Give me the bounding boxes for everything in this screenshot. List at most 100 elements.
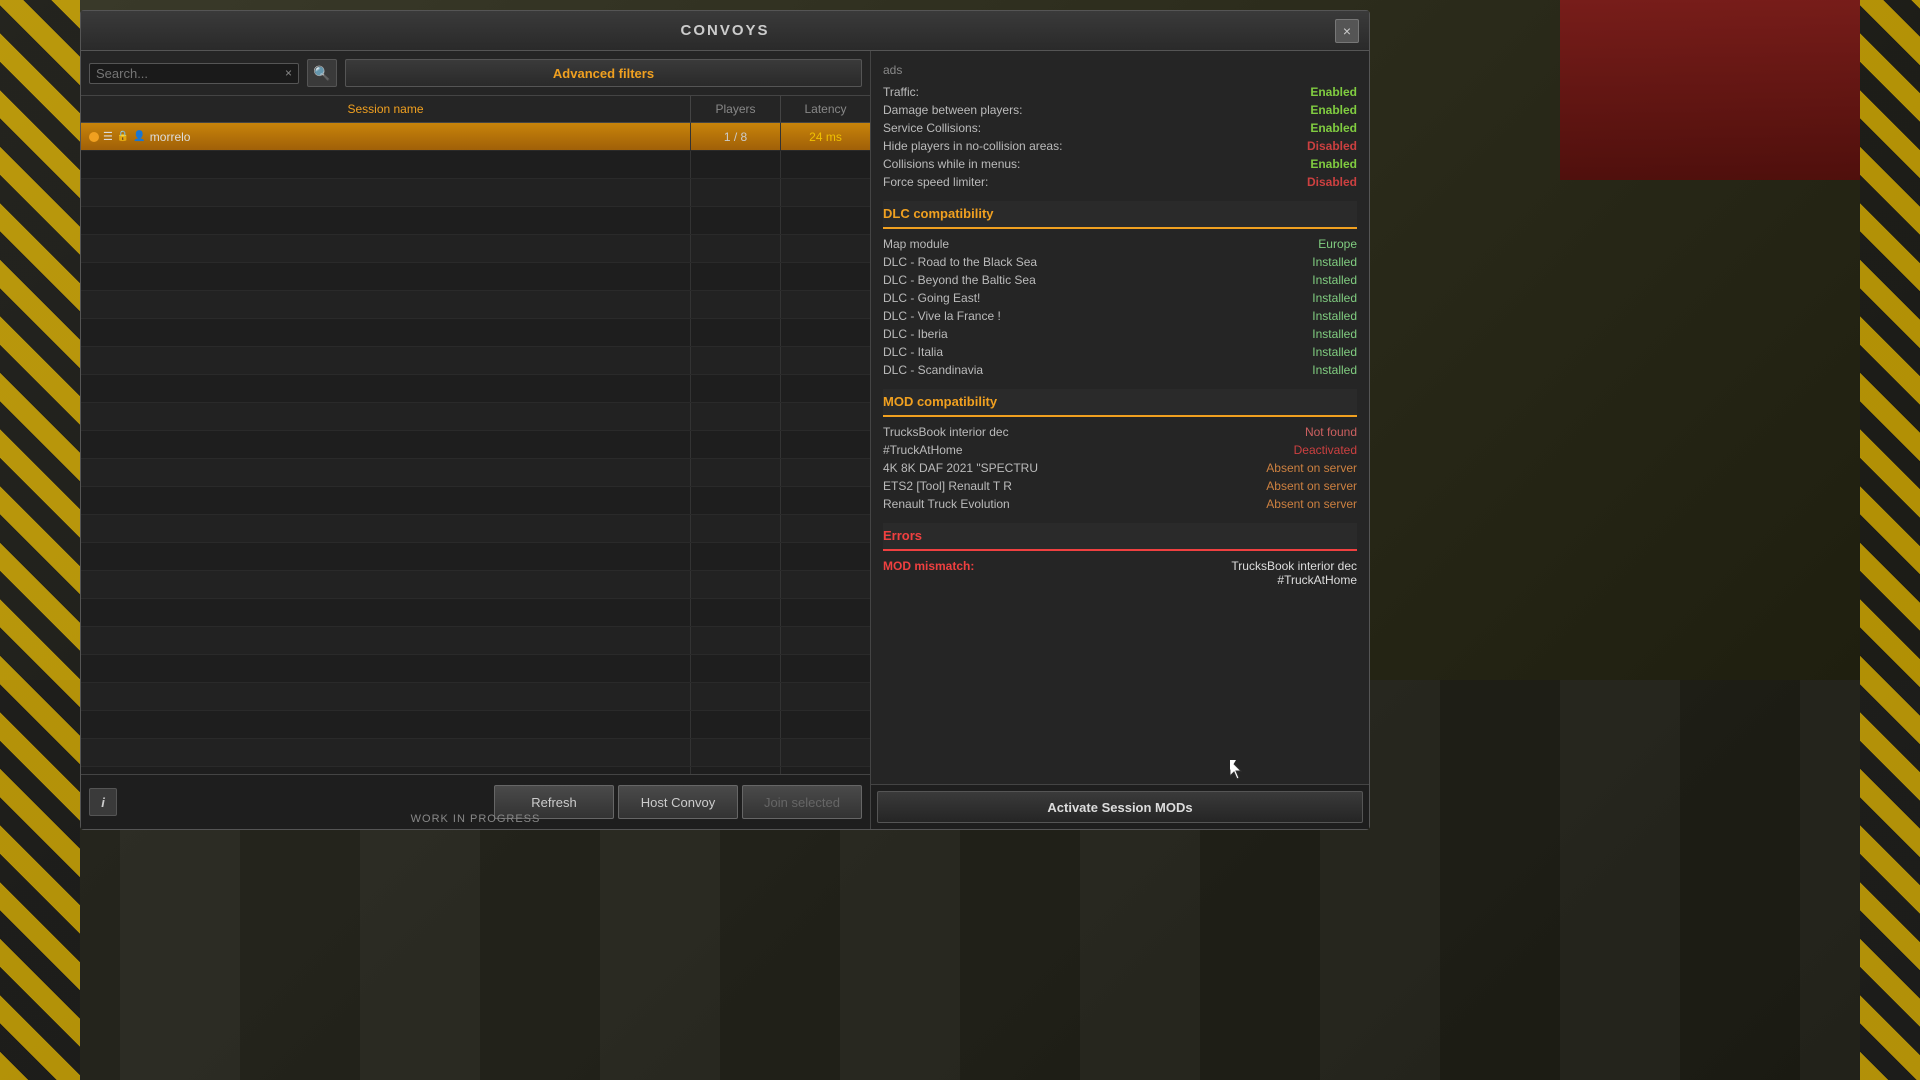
right-panel: ads Traffic: Enabled Damage between play… (871, 51, 1369, 829)
table-row[interactable] (81, 151, 870, 179)
table-row[interactable] (81, 459, 870, 487)
session-players-cell (690, 235, 780, 262)
work-in-progress-label: WORK IN PROGRESS (411, 813, 541, 825)
session-latency-cell (780, 515, 870, 542)
session-latency-cell (780, 431, 870, 458)
dlc-row-4: DLC - Iberia Installed (883, 327, 1357, 341)
table-row[interactable] (81, 291, 870, 319)
error-row-0: MOD mismatch: TrucksBook interior dec#Tr… (883, 559, 1357, 587)
session-latency-cell (780, 571, 870, 598)
search-clear-icon[interactable]: × (285, 66, 292, 80)
session-players-cell (690, 599, 780, 626)
session-players-cell (690, 151, 780, 178)
table-row[interactable] (81, 683, 870, 711)
session-players-cell (690, 207, 780, 234)
info-button[interactable]: i (89, 788, 117, 816)
mod-val: Absent on server (1266, 497, 1357, 511)
table-row[interactable] (81, 487, 870, 515)
search-input[interactable] (96, 66, 285, 81)
session-latency-cell (780, 543, 870, 570)
join-selected-button[interactable]: Join selected (742, 785, 862, 819)
table-row[interactable] (81, 543, 870, 571)
info-row-hide: Hide players in no-collision areas: Disa… (883, 139, 1357, 153)
session-name-text: morrelo (150, 130, 191, 144)
table-row[interactable] (81, 767, 870, 774)
mod-val: Deactivated (1294, 443, 1357, 457)
dlc-key: DLC - Going East! (883, 291, 980, 305)
table-row[interactable] (81, 375, 870, 403)
mod-key: 4K 8K DAF 2021 "SPECTRU (883, 461, 1038, 475)
session-players-cell (690, 291, 780, 318)
session-players-cell (690, 459, 780, 486)
close-button[interactable]: × (1335, 19, 1359, 43)
mod-key: #TruckAtHome (883, 443, 963, 457)
dlc-row-2: DLC - Going East! Installed (883, 291, 1357, 305)
mod-key: TrucksBook interior dec (883, 425, 1009, 439)
info-val: Enabled (1310, 103, 1357, 117)
dlc-val: Installed (1312, 327, 1357, 341)
table-row[interactable] (81, 403, 870, 431)
table-row[interactable] (81, 263, 870, 291)
dlc-key: DLC - Vive la France ! (883, 309, 1001, 323)
dlc-row-3: DLC - Vive la France ! Installed (883, 309, 1357, 323)
table-row[interactable]: ☰ 🔒 👤 morrelo 1 / 8 24 ms (81, 123, 870, 151)
session-players-cell (690, 655, 780, 682)
session-players-cell (690, 431, 780, 458)
activate-session-mods-button[interactable]: Activate Session MODs (877, 791, 1363, 823)
table-row[interactable] (81, 739, 870, 767)
dlc-key: DLC - Italia (883, 345, 943, 359)
table-row[interactable] (81, 599, 870, 627)
map-module-row: Map module Europe (883, 237, 1357, 251)
info-key: Collisions while in menus: (883, 157, 1020, 171)
info-row-damage: Damage between players: Enabled (883, 103, 1357, 117)
session-players-cell (690, 767, 780, 774)
search-icon: 🔍 (313, 65, 330, 82)
session-latency-cell (780, 459, 870, 486)
table-header: Session name Players Latency (81, 96, 870, 123)
table-row[interactable] (81, 627, 870, 655)
table-row[interactable] (81, 207, 870, 235)
session-list: ☰ 🔒 👤 morrelo 1 / 8 24 ms (81, 123, 870, 774)
mod-val: Absent on server (1266, 461, 1357, 475)
session-players-cell (690, 571, 780, 598)
mod-row-3: ETS2 [Tool] Renault T R Absent on server (883, 479, 1357, 493)
info-val: Enabled (1310, 157, 1357, 171)
session-latency-cell (780, 683, 870, 710)
mod-key: ETS2 [Tool] Renault T R (883, 479, 1012, 493)
session-players-cell (690, 627, 780, 654)
table-row[interactable] (81, 655, 870, 683)
info-key: Traffic: (883, 85, 919, 99)
table-row[interactable] (81, 235, 870, 263)
toolbar: × 🔍 Advanced filters (81, 51, 870, 96)
info-key: Hide players in no-collision areas: (883, 139, 1062, 153)
table-row[interactable] (81, 179, 870, 207)
session-players-cell (690, 487, 780, 514)
table-row[interactable] (81, 711, 870, 739)
host-convoy-button[interactable]: Host Convoy (618, 785, 738, 819)
map-module-key: Map module (883, 237, 949, 251)
table-row[interactable] (81, 571, 870, 599)
mod-row-0: TrucksBook interior dec Not found (883, 425, 1357, 439)
session-latency-cell (780, 739, 870, 766)
session-players-cell (690, 403, 780, 430)
red-area (1560, 0, 1860, 180)
session-latency-cell: 24 ms (780, 123, 870, 150)
errors-header-text: Errors (883, 528, 922, 543)
dialog-title: CONVOYS (680, 22, 769, 39)
session-latency-cell (780, 403, 870, 430)
dlc-val: Installed (1312, 291, 1357, 305)
table-row[interactable] (81, 319, 870, 347)
search-button[interactable]: 🔍 (307, 59, 337, 87)
error-key: MOD mismatch: (883, 559, 974, 587)
advanced-filters-button[interactable]: Advanced filters (345, 59, 862, 87)
table-row[interactable] (81, 347, 870, 375)
mod-header-text: MOD compatibility (883, 394, 997, 409)
map-module-val: Europe (1318, 237, 1357, 251)
session-latency-cell (780, 207, 870, 234)
table-row[interactable] (81, 515, 870, 543)
mod-row-1: #TruckAtHome Deactivated (883, 443, 1357, 457)
lock-icon: 🔒 (117, 131, 129, 142)
bottom-bar: i Refresh Host Convoy Join selected WORK… (81, 774, 870, 829)
col-players: Players (690, 96, 780, 122)
table-row[interactable] (81, 431, 870, 459)
